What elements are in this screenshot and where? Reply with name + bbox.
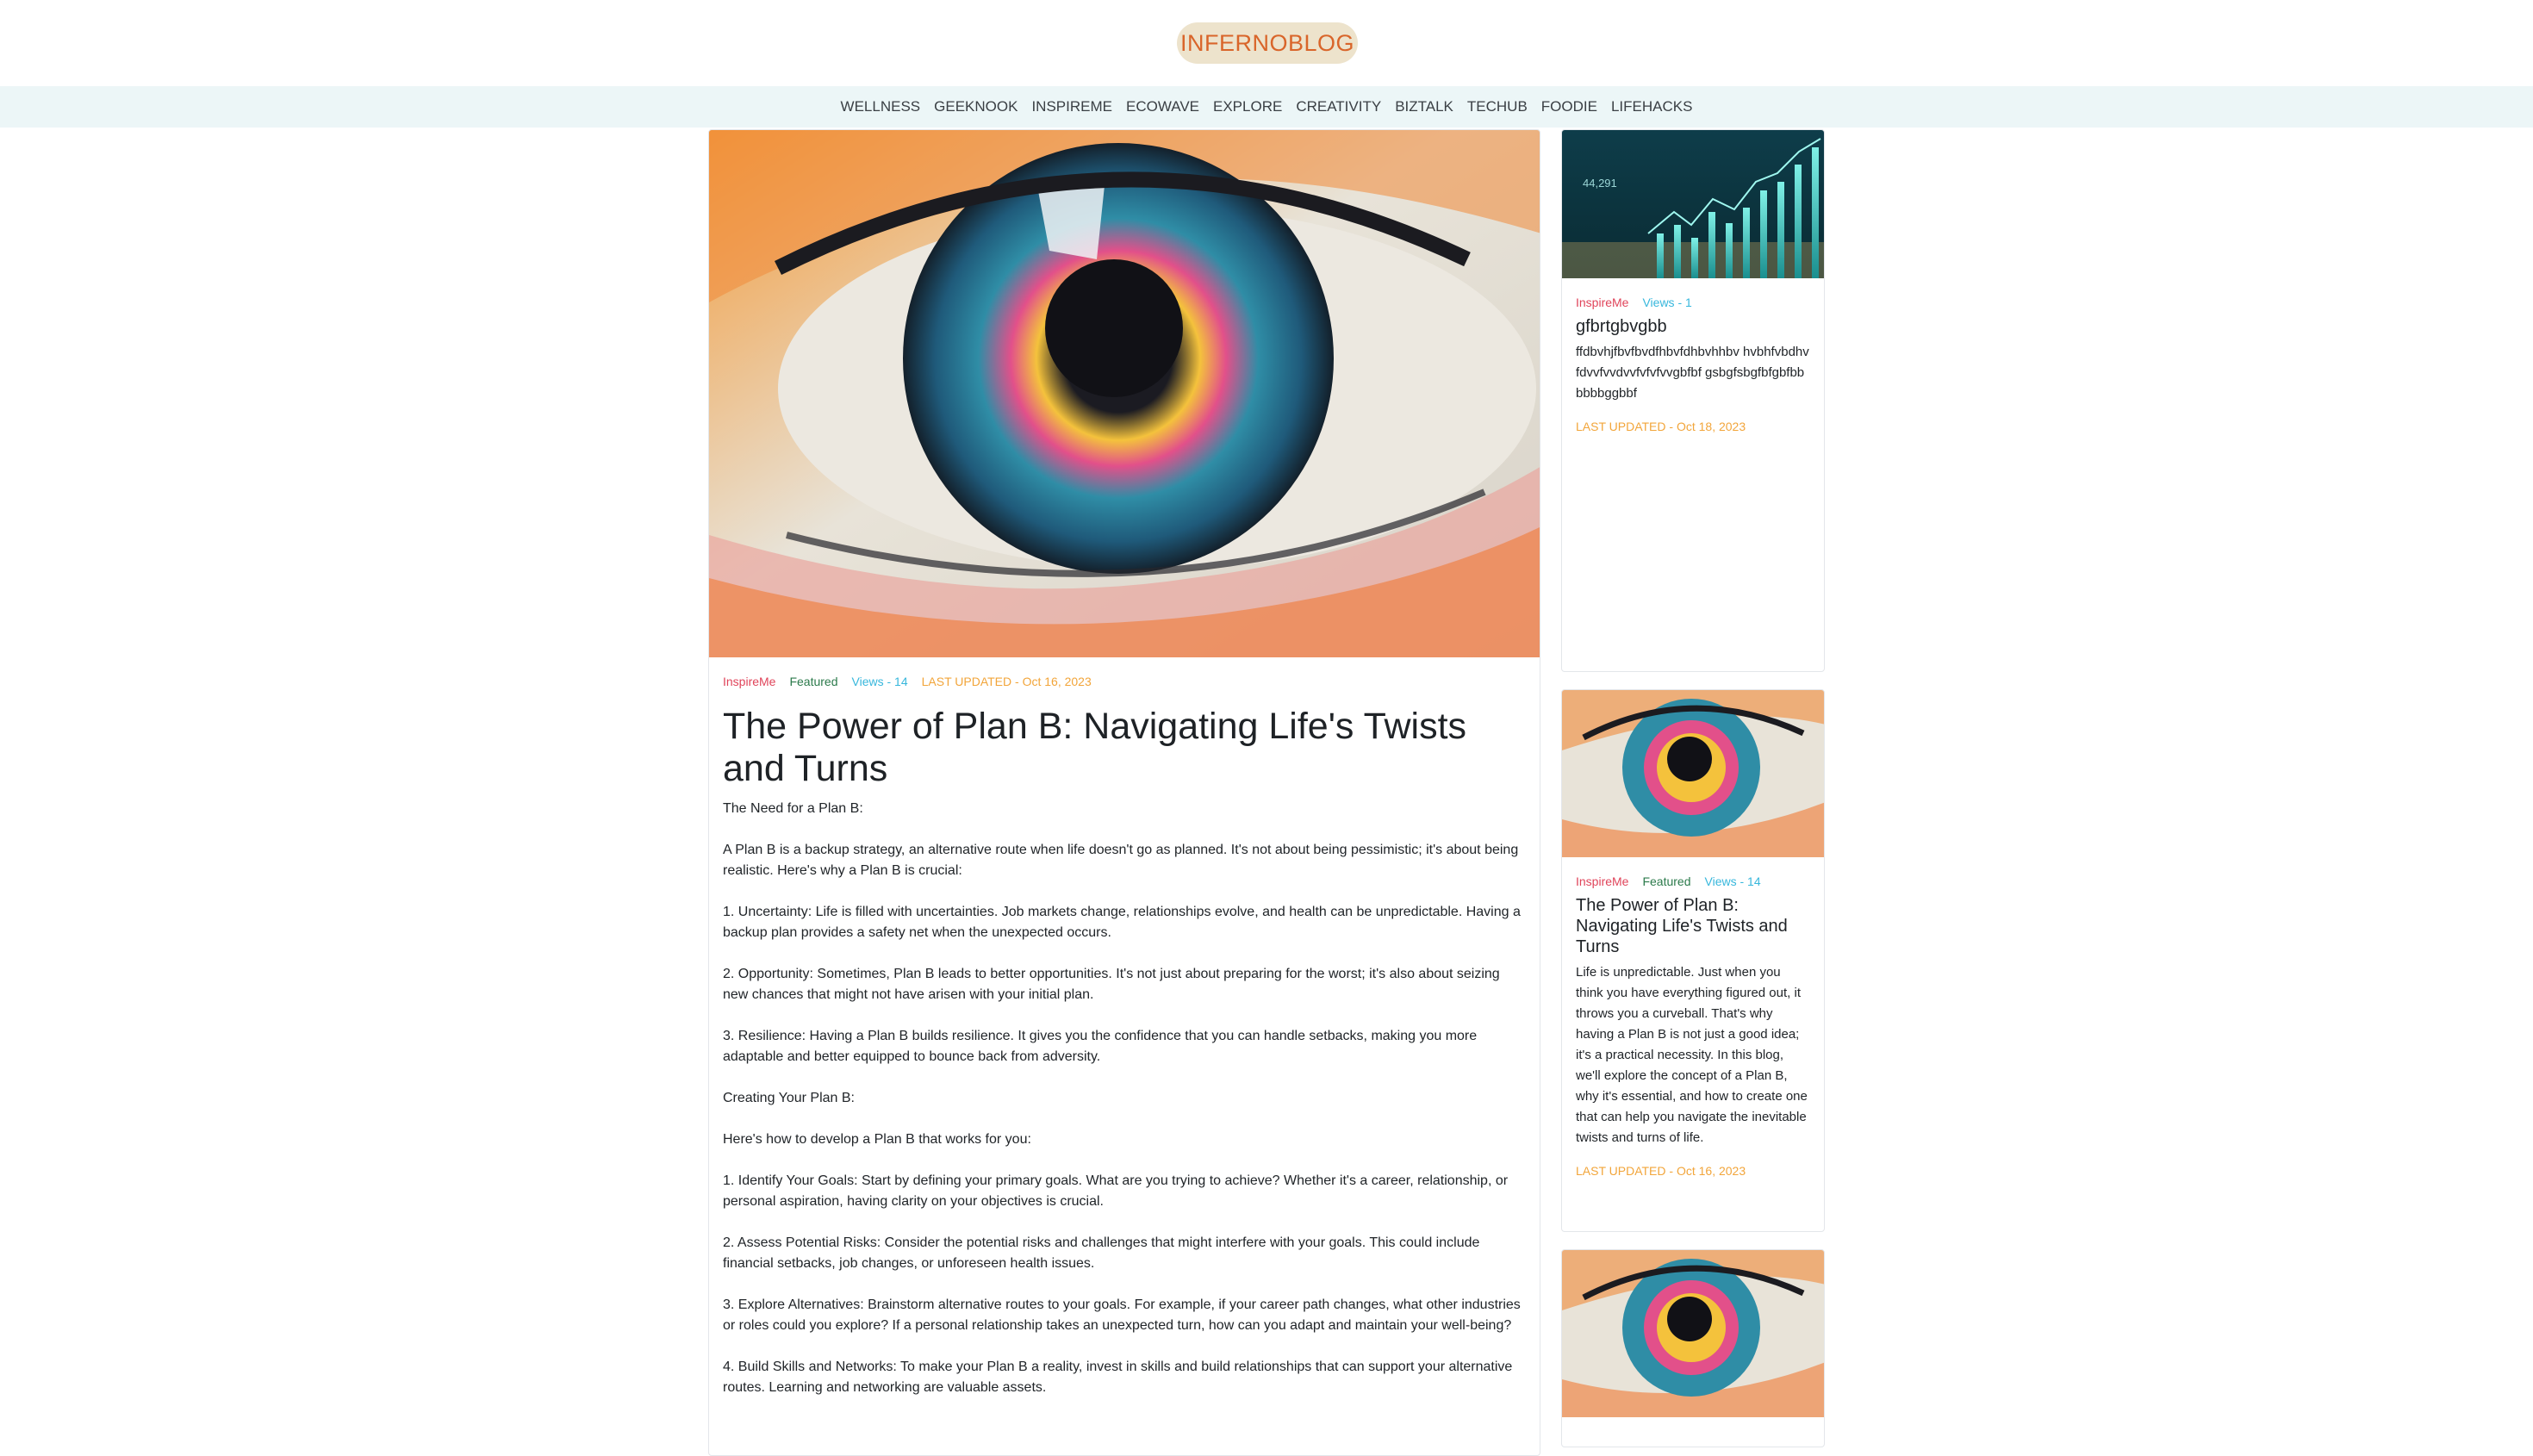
article-content: The Need for a Plan B: A Plan B is a bac… <box>723 799 1526 1398</box>
sidebar-card[interactable]: 44,291 InspireMe Views - 1 gfbrtgbvgbb f… <box>1561 129 1825 672</box>
article-paragraph: Creating Your Plan B: <box>723 1091 855 1105</box>
card-excerpt: Life is unpredictable. Just when you thi… <box>1576 965 1808 1145</box>
sidebar-card[interactable] <box>1561 1249 1825 1447</box>
sidebar-card[interactable]: InspireMe Featured Views - 14 The Power … <box>1561 689 1825 1232</box>
nav-item-explore[interactable]: EXPLORE <box>1213 98 1282 115</box>
svg-text:44,291: 44,291 <box>1583 177 1617 190</box>
article-paragraph: 1. Identify Your Goals: Start by definin… <box>723 1173 1509 1209</box>
nav-item-lifehacks[interactable]: LIFEHACKS <box>1611 98 1692 115</box>
article-paragraph: The Need for a Plan B: <box>723 801 863 816</box>
eye-painting-image <box>1562 690 1824 857</box>
category-tag[interactable]: InspireMe <box>1576 874 1628 888</box>
featured-article: InspireMe Featured Views - 14 LAST UPDAT… <box>708 129 1540 1456</box>
card-excerpt: ffdbvhjfbvfbvdfhbvfdhbvhhbv hvbhfvbdhvfd… <box>1576 345 1809 401</box>
article-paragraph: 3. Explore Alternatives: Brainstorm alte… <box>723 1297 1521 1333</box>
article-title: The Power of Plan B: Navigating Life's T… <box>723 706 1467 789</box>
nav-item-inspireme[interactable]: INSPIREME <box>1031 98 1112 115</box>
nav-item-geeknook[interactable]: GEEKNOOK <box>934 98 1018 115</box>
views-count: Views - 1 <box>1642 296 1692 309</box>
category-nav: WELLNESS GEEKNOOK INSPIREME ECOWAVE EXPL… <box>0 86 2533 128</box>
article-paragraph: 4. Build Skills and Networks: To make yo… <box>723 1360 1513 1395</box>
card-title[interactable]: gfbrtgbvgbb <box>1576 316 1810 337</box>
nav-item-biztalk[interactable]: BIZTALK <box>1395 98 1453 115</box>
card-meta: InspireMe Featured Views - 14 <box>1576 874 1810 888</box>
eye-painting-image <box>1562 1250 1824 1417</box>
nav-item-foodie[interactable]: FOODIE <box>1541 98 1597 115</box>
eye-painting-image <box>709 130 1540 657</box>
nav-item-wellness[interactable]: WELLNESS <box>841 98 921 115</box>
article-paragraph: A Plan B is a backup strategy, an altern… <box>723 843 1519 878</box>
article-paragraph: 3. Resilience: Having a Plan B builds re… <box>723 1029 1478 1064</box>
views-count: Views - 14 <box>851 675 908 688</box>
nav-item-techub[interactable]: TECHUB <box>1467 98 1528 115</box>
card-meta: InspireMe Views - 1 <box>1576 296 1810 309</box>
featured-tag[interactable]: Featured <box>789 675 837 688</box>
article-paragraph: 2. Assess Potential Risks: Consider the … <box>723 1235 1480 1271</box>
featured-tag[interactable]: Featured <box>1642 874 1690 888</box>
article-paragraph: 1. Uncertainty: Life is filled with unce… <box>723 905 1521 940</box>
nav-item-creativity[interactable]: CREATIVITY <box>1296 98 1381 115</box>
last-updated: LAST UPDATED - Oct 16, 2023 <box>1576 1164 1746 1178</box>
article-meta: InspireMe Featured Views - 14 LAST UPDAT… <box>723 675 1526 688</box>
nav-item-ecowave[interactable]: ECOWAVE <box>1126 98 1199 115</box>
category-tag[interactable]: InspireMe <box>1576 296 1628 309</box>
article-paragraph: 2. Opportunity: Sometimes, Plan B leads … <box>723 967 1500 1002</box>
card-title[interactable]: The Power of Plan B: Navigating Life's T… <box>1576 895 1810 957</box>
stock-chart-image: 44,291 <box>1562 130 1824 278</box>
article-paragraph: Here's how to develop a Plan B that work… <box>723 1132 1031 1147</box>
last-updated: LAST UPDATED - Oct 16, 2023 <box>921 675 1092 688</box>
category-tag[interactable]: InspireMe <box>723 675 775 688</box>
last-updated: LAST UPDATED - Oct 18, 2023 <box>1576 420 1746 433</box>
site-logo[interactable]: INFERNOBLOG <box>1177 22 1358 64</box>
views-count: Views - 14 <box>1704 874 1761 888</box>
site-header: INFERNOBLOG <box>0 0 2533 86</box>
